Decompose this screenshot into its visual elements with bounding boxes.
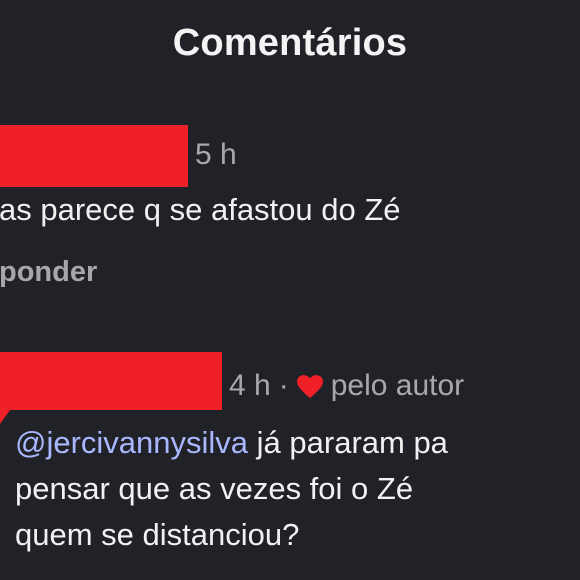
redacted-username-block bbox=[0, 125, 188, 187]
comment-timestamp: 5 h bbox=[195, 138, 237, 171]
comment-text-line: @jercivannysilva já pararam pa bbox=[15, 420, 580, 466]
comments-screen: Comentários 5 h as parece q se afastou d… bbox=[0, 0, 580, 580]
meta-separator: · bbox=[278, 369, 289, 402]
comment-timestamp: 4 h bbox=[229, 369, 271, 402]
page-title: Comentários bbox=[172, 22, 408, 64]
comment-text-line: quem se distanciou? bbox=[15, 517, 300, 552]
liked-by-author-label: pelo autor bbox=[330, 369, 465, 402]
reply-button[interactable]: ponder bbox=[0, 256, 97, 289]
redacted-username-block bbox=[0, 352, 222, 410]
user-mention-link[interactable]: @jercivannysilva bbox=[15, 425, 248, 460]
comment-meta: 4 h · pelo autor bbox=[229, 369, 464, 403]
comment-text-line: pensar que as vezes foi o Zé bbox=[15, 471, 414, 506]
heart-icon bbox=[296, 375, 323, 399]
comment-text: @jercivannysilva já pararam pa pensar qu… bbox=[15, 420, 580, 558]
comment-text-fragment: já pararam pa bbox=[248, 425, 448, 460]
redaction-corner-mark bbox=[0, 410, 10, 424]
comment-text: as parece q se afastou do Zé bbox=[0, 192, 401, 227]
